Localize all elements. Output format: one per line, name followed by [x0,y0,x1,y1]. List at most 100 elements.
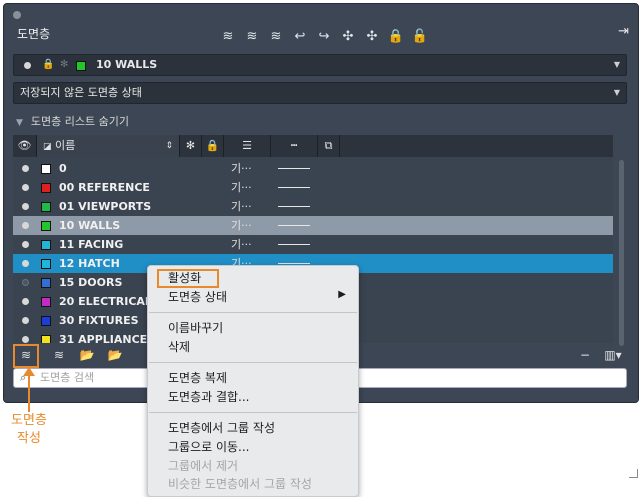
layer-name: 20 ELECTRICAL [59,295,152,308]
current-layer-dropdown[interactable]: 🔒 ✻ 10 WALLS ▼ [13,54,627,76]
layer-color-swatch[interactable] [41,297,51,307]
new-group-filter-icon[interactable]: 📂 [77,346,97,364]
lineweight-line[interactable] [278,244,310,245]
layer-color-swatch[interactable] [41,335,51,343]
lineweight-line[interactable] [278,187,310,188]
callout-line-1: 도면층 [11,413,47,428]
lock-icon: 🔒 [42,59,55,70]
menu-item-group-from-similar: 비슷한 도면층에서 그룹 작성 [168,477,312,491]
linetype-cell[interactable]: 기··· [231,216,252,235]
layer-name: 31 APPLIANCES [59,333,156,343]
layer-color-swatch[interactable] [41,202,51,212]
on-off-icon[interactable] [22,165,29,172]
layer-color-swatch[interactable] [41,278,51,288]
linetype-cell[interactable]: 기··· [231,197,252,216]
callout-label: 도면층 작성 [4,412,54,448]
layer-list-scrollbar[interactable] [619,160,624,346]
layer-color-swatch[interactable] [41,259,51,269]
new-layer-vp-frozen-icon[interactable]: ≋ [242,28,262,46]
lineweight-line[interactable] [278,263,310,264]
set-current-icon[interactable]: ↩ [290,28,310,46]
submenu-arrow-icon: ▶ [338,289,346,300]
on-off-icon[interactable] [22,184,29,191]
lineweight-line[interactable] [278,206,310,207]
layer-state-dropdown[interactable]: 저장되지 않은 도면층 상태 ▼ [13,82,627,104]
layer-name: 00 REFERENCE [59,181,150,194]
lineweight-line[interactable] [278,168,310,169]
linetype-cell[interactable]: 기··· [231,235,252,254]
search-placeholder: 도면층 검색 [40,371,95,384]
layer-isolate-icon[interactable]: ✣ [338,28,358,46]
layer-context-menu: 활성화 도면층 상태 ▶ 이름바꾸기 삭제 도면층 복제 도면층과 결합... … [147,265,359,497]
collapse-label: 도면층 리스트 숨기기 [30,115,129,128]
linetype-cell[interactable]: 기··· [231,178,252,197]
layer-name: 0 [59,162,67,175]
layer-name: 11 FACING [59,238,124,251]
on-off-icon[interactable] [22,222,29,229]
menu-item-duplicate[interactable]: 도면층 복제 [168,369,227,387]
layer-state-label: 저장되지 않은 도면층 상태 [20,86,142,99]
layer-row[interactable]: 01 VIEWPORTS 기··· [13,197,613,216]
lineweight-line[interactable] [278,225,310,226]
on-off-icon[interactable] [22,241,29,248]
collapse-layer-list[interactable]: ▼ 도면층 리스트 숨기기 [16,113,129,129]
layer-name: 10 WALLS [59,219,121,232]
layer-row[interactable]: 00 REFERENCE 기··· [13,178,613,197]
on-off-icon[interactable] [22,298,29,305]
layer-row[interactable]: 11 FACING 기··· [13,235,613,254]
menu-item-remove-from-group: 그룹에서 제거 [168,459,239,473]
column-settings-icon[interactable]: ▥▾ [601,346,625,364]
on-off-icon[interactable] [22,317,29,324]
on-off-icon [24,62,31,69]
layer-color-swatch[interactable] [41,221,51,231]
layer-row[interactable]: 0 기··· [13,159,613,178]
new-layer-icon[interactable]: ≋ [218,28,238,46]
delete-layer-icon[interactable]: ≋ [266,28,286,46]
menu-item-group-from-layers[interactable]: 도면층에서 그룹 작성 [168,419,275,437]
layer-row[interactable]: 10 WALLS 기··· [13,216,613,235]
dropdown-arrow-icon: ▼ [613,60,620,69]
lineweight-column-icon[interactable]: ┅ [271,135,318,157]
callout-line [28,372,30,412]
menu-item-layer-state[interactable]: 도면층 상태 [168,288,227,306]
menu-item-activate[interactable]: 활성화 [168,269,201,287]
resize-grip[interactable] [629,469,638,478]
freeze-icon: ✻ [60,59,69,70]
on-off-icon[interactable] [22,279,29,286]
new-layer-button[interactable]: ≋ [13,344,39,368]
layer-lock-icon[interactable]: 🔒 [386,28,406,46]
linetype-cell[interactable]: 기··· [231,159,252,178]
layer-color-swatch[interactable] [41,316,51,326]
menu-item-rename[interactable]: 이름바꾸기 [168,319,223,337]
layer-color-swatch[interactable] [41,164,51,174]
visibility-column-icon[interactable]: 👁 [13,135,37,157]
layer-color-swatch[interactable] [41,240,51,250]
layer-states-icon[interactable]: ↪ [314,28,334,46]
export-icon[interactable]: ⇥ [618,24,629,39]
layer-unisolate-icon[interactable]: ✣ [362,28,382,46]
menu-item-move-to-group[interactable]: 그룹으로 이동... [168,438,250,456]
menu-item-merge[interactable]: 도면층과 결합... [168,388,250,406]
layer-name: 15 DOORS [59,276,123,289]
lock-column-icon[interactable]: 🔒 [202,135,224,157]
name-column-label: 이름 [55,139,76,152]
menu-separator [149,312,357,313]
on-off-icon[interactable] [22,203,29,210]
name-column-header[interactable]: ◪ 이름 ⇕ [37,135,180,157]
on-off-icon[interactable] [22,260,29,267]
menu-item-delete[interactable]: 삭제 [168,338,190,356]
new-layer-group-icon[interactable]: ≋ [49,346,69,364]
layer-name: 30 FIXTURES [59,314,139,327]
color-column-icon: ◪ [43,142,52,152]
on-off-icon[interactable] [22,336,29,343]
layer-name: 01 VIEWPORTS [59,200,152,213]
freeze-column-icon[interactable]: ✻ [180,135,202,157]
layer-unlock-icon[interactable]: 🔓 [410,28,430,46]
close-button[interactable] [13,11,21,19]
collapse-triangle-icon: ▼ [16,118,23,128]
transparency-column-icon[interactable]: ⧉ [318,135,340,157]
new-property-filter-icon[interactable]: 📂 [105,346,125,364]
linetype-column-icon[interactable]: ☰ [224,135,271,157]
collapse-minus-icon[interactable]: − [575,346,595,364]
layer-color-swatch[interactable] [41,183,51,193]
